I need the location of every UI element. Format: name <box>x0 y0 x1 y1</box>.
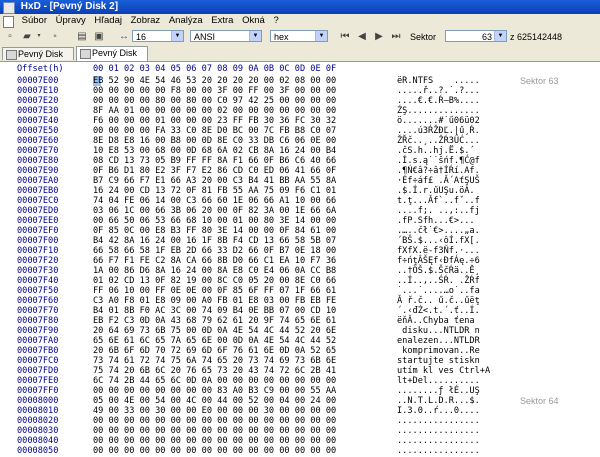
menu-file[interactable]: Súbor <box>19 15 50 26</box>
menu-extra[interactable]: Extra <box>208 15 236 26</box>
charset-select[interactable]: ANSI ▼ <box>190 30 262 42</box>
menu-edit[interactable]: Úpravy <box>53 15 89 26</box>
hxd-app-icon <box>3 2 15 14</box>
offset-header: Offset(h) <box>17 64 64 74</box>
menu-search[interactable]: Hľadaj <box>91 15 125 26</box>
disk-icon <box>6 50 17 60</box>
next-sector-icon[interactable]: ▶ <box>372 30 386 43</box>
previous-sector-icon[interactable]: ◀ <box>355 30 369 43</box>
bytes-per-row-select[interactable]: 16 ▼ <box>132 30 184 42</box>
disk-icon <box>80 49 91 59</box>
properties-icon[interactable]: ▣ <box>92 30 106 43</box>
last-sector-icon[interactable]: ⏭ <box>389 30 403 43</box>
row-ascii-text[interactable]: ................ <box>397 446 480 457</box>
menu-view[interactable]: Zobraz <box>128 15 164 26</box>
print-icon[interactable]: ▤ <box>75 30 89 43</box>
column-header: 00 01 02 03 04 05 06 07 08 09 0A 0B 0C 0… <box>93 64 337 74</box>
open-dropdown-icon[interactable]: ▾ <box>35 30 43 43</box>
chevron-down-icon[interactable]: ▼ <box>249 31 261 41</box>
sector-label: Sektor <box>410 32 437 42</box>
new-file-icon[interactable]: ▫ <box>3 30 17 43</box>
row-hex-bytes[interactable]: 00 00 00 00 00 00 00 00 00 00 00 00 00 0… <box>93 446 336 457</box>
sector-input[interactable]: 63 ▼ <box>445 30 507 42</box>
menu-bar: Súbor Úpravy Hľadaj Zobraz Analýza Extra… <box>0 14 600 28</box>
tab-bar: Pevný Disk 1 Pevný Disk 2 <box>0 46 600 72</box>
bytes-per-row-icon: ↔ <box>119 31 129 42</box>
first-sector-icon[interactable]: ⏮ <box>338 30 352 43</box>
sector-marker: Sektor 63 <box>520 76 559 86</box>
chevron-down-icon[interactable]: ▼ <box>494 31 506 41</box>
chevron-down-icon[interactable]: ▼ <box>315 31 327 41</box>
toolbar: ▫ ▰ ▾ ▪ ▤ ▣ ↔ 16 ▼ ANSI ▼ hex ▼ ⏮ ◀ ▶ ⏭ … <box>0 28 600 47</box>
title-bar: HxD - [Pevný Disk 2] <box>0 0 600 14</box>
tab-disk-1[interactable]: Pevný Disk 1 <box>2 47 74 72</box>
window-title: HxD - [Pevný Disk 2] <box>20 1 119 12</box>
open-folder-icon[interactable]: ▰ <box>20 30 34 43</box>
sector-total: z 625142448 <box>510 32 563 42</box>
menu-help[interactable]: ? <box>270 15 281 26</box>
menu-analysis[interactable]: Analýza <box>166 15 206 26</box>
row-offset: 00008050 <box>17 446 59 456</box>
offset-base-select[interactable]: hex ▼ <box>270 30 328 42</box>
sector-marker: Sektor 64 <box>520 396 559 406</box>
tab-disk-2[interactable]: Pevný Disk 2 <box>76 46 148 71</box>
document-icon[interactable] <box>3 16 14 28</box>
chevron-down-icon[interactable]: ▼ <box>171 31 183 41</box>
save-icon[interactable]: ▪ <box>48 30 62 43</box>
menu-windows[interactable]: Okná <box>239 15 268 26</box>
